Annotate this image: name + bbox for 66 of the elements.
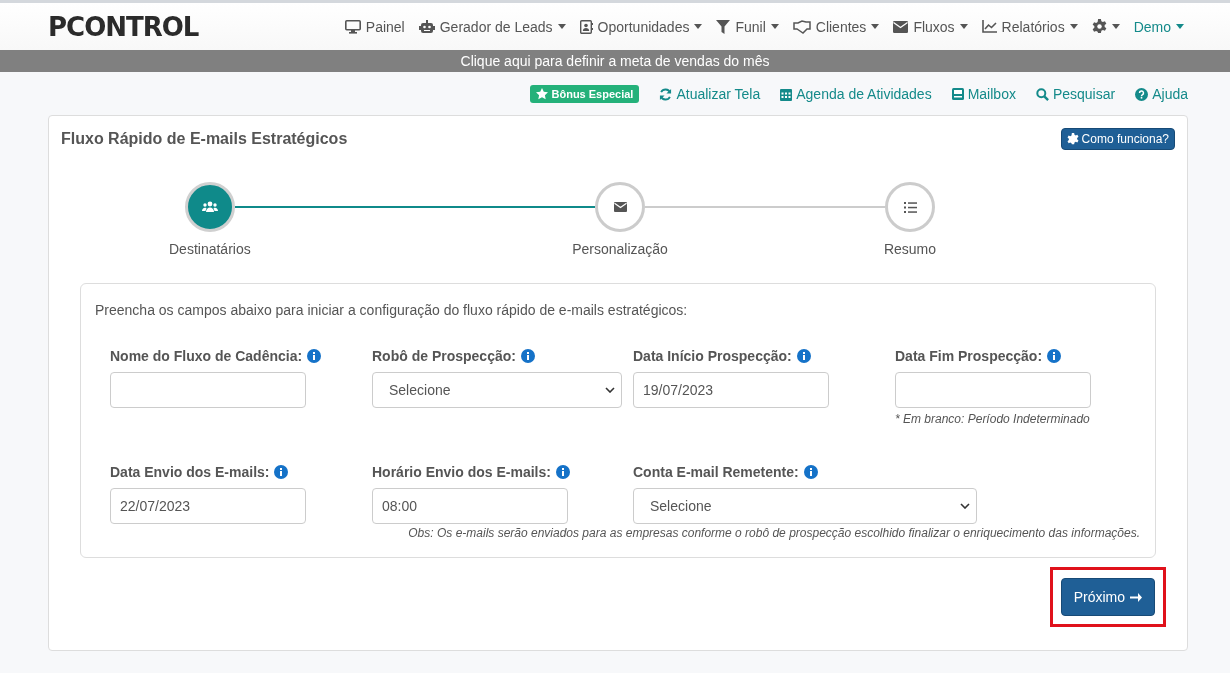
next-button[interactable]: Próximo <box>1060 578 1155 616</box>
list-icon <box>903 201 917 213</box>
settings-menu[interactable] <box>1091 19 1120 34</box>
select-field[interactable]: Selecione <box>372 372 622 408</box>
field-label: Data Envio dos E-mails: <box>110 464 372 480</box>
envelope-icon <box>893 20 909 33</box>
info-icon <box>803 465 818 479</box>
intro-text: Preencha os campos abaixo para iniciar a configuração do fluxo rápido de e-mails estratégicos: <box>95 302 689 318</box>
line-chart-icon <box>981 20 997 33</box>
filter-icon <box>716 19 731 34</box>
input-field[interactable]: 22/07/2023 <box>110 488 306 524</box>
input-field[interactable] <box>895 372 1091 408</box>
select-field[interactable]: Selecione <box>633 488 977 524</box>
robot-icon <box>418 19 435 34</box>
sales-goal-banner[interactable]: Clique aqui para definir a meta de vendas do mês <box>460 53 770 69</box>
field-label: Nome do Fluxo de Cadência: <box>110 348 372 364</box>
users-icon <box>202 201 218 213</box>
nav-menu-item[interactable]: Funil <box>716 18 779 35</box>
field-label: Data Início Prospecção: <box>633 348 895 364</box>
field-label: Data Fim Prospecção: <box>895 348 1156 364</box>
input-field[interactable] <box>110 372 306 408</box>
star-icon <box>535 88 548 100</box>
info-icon <box>555 465 570 479</box>
inbox-icon <box>951 88 964 100</box>
user-menu[interactable]: Demo <box>1133 18 1184 35</box>
nav-menu-item[interactable]: Fluxos <box>893 18 968 35</box>
chevron-down-icon <box>605 387 615 393</box>
info-icon <box>307 349 322 363</box>
gear-icon <box>1091 19 1107 34</box>
step-label: Personalização <box>572 241 668 257</box>
monitor-icon <box>344 19 361 34</box>
envelope-icon <box>613 202 627 212</box>
field-note: * Em branco: Período Indeterminado <box>895 412 1091 426</box>
info-icon <box>520 349 535 363</box>
nav-menu-item[interactable]: Clientes <box>792 18 880 35</box>
refresh-icon <box>659 87 673 101</box>
field-label: Horário Envio dos E-mails: <box>372 464 633 480</box>
field-label: Conta E-mail Remetente: <box>633 464 895 480</box>
arrow-right-icon <box>1130 591 1142 603</box>
input-field[interactable]: 19/07/2023 <box>633 372 829 408</box>
info-icon <box>796 349 811 363</box>
field-label: Robô de Prospecção: <box>372 348 633 364</box>
step-label: Destinatários <box>169 241 251 257</box>
toolbar-link[interactable]: Ajuda <box>1135 86 1188 102</box>
input-field[interactable]: 08:00 <box>372 488 568 524</box>
toolbar-link[interactable]: Pesquisar <box>1035 86 1116 102</box>
info-icon <box>274 465 289 479</box>
nav-menu-item[interactable]: Relatórios <box>981 18 1078 35</box>
search-icon <box>1035 87 1049 101</box>
obs-note: Obs: Os e-mails serão enviados para as empresas conforme o robô de prospecção escolhido finalizar o enriquecimento das informações. <box>407 526 1140 540</box>
calendar-icon <box>780 87 793 101</box>
info-icon <box>1047 349 1062 363</box>
toolbar-link[interactable]: Agenda de Atividades <box>780 86 932 102</box>
toolbar-link[interactable]: Atualizar Tela <box>659 86 761 102</box>
chevron-down-icon <box>960 503 970 509</box>
step-label: Resumo <box>883 241 937 257</box>
toolbar-link[interactable]: Mailbox <box>951 86 1016 102</box>
nav-menu-item[interactable]: Painel <box>344 18 405 35</box>
help-icon <box>1135 87 1149 101</box>
logo[interactable]: PCONTROL <box>48 11 199 42</box>
gear-icon <box>1066 133 1079 145</box>
nav-menu-item[interactable]: Oportunidades <box>579 18 703 35</box>
nav-menu-item[interactable]: Gerador de Leads <box>418 18 566 35</box>
contact-card-icon <box>579 19 593 34</box>
card-title: Fluxo Rápido de E-mails Estratégicos <box>61 130 348 148</box>
how-it-works-button[interactable]: Como funciona? <box>1060 128 1175 150</box>
